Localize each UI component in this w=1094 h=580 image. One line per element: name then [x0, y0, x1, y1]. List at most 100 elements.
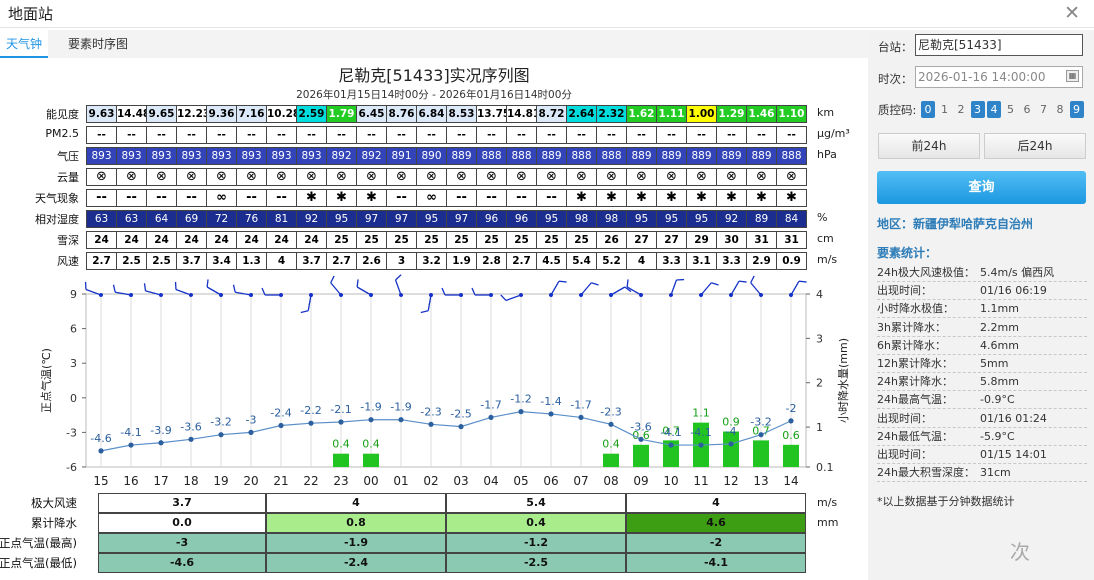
- qc-code-7[interactable]: 7: [1037, 101, 1051, 118]
- stat-key: 24h最低气温：: [877, 429, 953, 443]
- left-axis-label: 正点气温(℃): [39, 348, 53, 413]
- x-tick-label: 12: [723, 474, 738, 488]
- qc-label: 质控码:: [878, 103, 917, 117]
- qc-code-1[interactable]: 1: [938, 101, 952, 118]
- x-tick-label: 16: [123, 474, 138, 488]
- x-tick-label: 07: [573, 474, 588, 488]
- temperature-label: -4: [726, 425, 737, 438]
- wind-barb-feather: [206, 279, 209, 288]
- wind-barb-icon: [441, 287, 463, 297]
- stat-row: 出现时间： 01/16 06:19: [877, 282, 1087, 301]
- stat-row: 24h累计降水： 5.8mm: [877, 373, 1087, 392]
- wind-barb-dot: [219, 293, 223, 297]
- wind-barb-dot: [789, 293, 793, 297]
- stat-value: 01/16 01:24: [980, 411, 1047, 425]
- temperature-line: [100, 411, 792, 452]
- left-tick-label: 3: [70, 357, 77, 370]
- stat-key: 24h最高气温：: [877, 393, 953, 407]
- station-label: 台站：: [878, 40, 913, 54]
- temperature-label: -3.2: [750, 416, 771, 429]
- temperature-label: -2: [786, 402, 797, 415]
- window-titlebar: 地面站 ✕: [0, 0, 1094, 28]
- wind-barb-shaft: [505, 294, 522, 302]
- wind-barb-dot: [519, 293, 523, 297]
- temperature-label: -3.6: [630, 420, 651, 433]
- summary-unit-precip: mm: [817, 516, 839, 529]
- wind-barb-shaft: [550, 280, 560, 296]
- watermark: 次: [1010, 540, 1030, 564]
- next-24h-button[interactable]: 后24h: [984, 133, 1086, 159]
- wind-barb-icon: [143, 283, 163, 297]
- temperature-label: -1.7: [570, 398, 591, 411]
- tab-element-timeseries[interactable]: 要素时序图: [62, 30, 134, 58]
- wind-barb-feather: [626, 279, 629, 288]
- calendar-icon[interactable]: ▦: [1066, 70, 1079, 82]
- x-tick-label: 19: [213, 474, 228, 488]
- tab-weather-clock[interactable]: 天气钟: [0, 30, 49, 58]
- temperature-point: [788, 418, 794, 424]
- precip-bar: [603, 453, 619, 467]
- summary-cell: -4.1: [626, 553, 806, 573]
- stat-key: 6h累计降水：: [877, 338, 946, 352]
- right-tick-label: 0.1: [816, 461, 834, 474]
- x-tick-label: 08: [603, 474, 618, 488]
- time-value: 2026-01-16 14:00:00: [918, 70, 1046, 84]
- temperature-label: -3: [246, 413, 257, 426]
- x-tick-label: 03: [453, 474, 468, 488]
- wind-barb-feather: [300, 310, 309, 314]
- summary-label-max-wind: 极大风速: [31, 496, 77, 510]
- precip-label: 0.4: [362, 438, 380, 451]
- wind-barb-dot: [249, 293, 253, 297]
- summary-cell: -3: [98, 533, 266, 553]
- qc-code-4[interactable]: 4: [987, 101, 1001, 118]
- wind-barb-feather: [395, 274, 402, 281]
- wind-barb-dot: [309, 293, 313, 297]
- stat-value: 5.8mm: [980, 375, 1019, 389]
- precip-bar: [753, 440, 769, 467]
- temperature-label: -2.1: [330, 403, 351, 416]
- wind-barb-dot: [369, 293, 373, 297]
- time-input[interactable]: 2026-01-16 14:00:00 ▦: [915, 66, 1083, 88]
- qc-code-3[interactable]: 3: [970, 101, 985, 118]
- temperature-label: -2.3: [600, 405, 621, 418]
- wind-barb-dot: [99, 293, 103, 297]
- wind-barb-icon: [789, 280, 807, 297]
- temperature-point: [98, 448, 104, 454]
- wind-barb-dot: [609, 293, 613, 297]
- stats-note: *以上数据基于分钟数据统计: [877, 495, 1015, 508]
- temperature-point: [248, 429, 254, 435]
- x-tick-label: 20: [243, 474, 258, 488]
- wind-barb-dot: [729, 293, 733, 297]
- station-input[interactable]: 尼勒克[51433]: [915, 34, 1083, 56]
- right-axis-label: 小时降水量(mm): [836, 338, 850, 423]
- close-icon[interactable]: ✕: [1064, 2, 1080, 24]
- wind-barb-feather: [798, 280, 807, 283]
- stat-row: 24h极大风速极值： 5.4m/s 偏西风: [877, 264, 1087, 282]
- temperature-point: [668, 442, 674, 448]
- wind-barb-icon: [750, 275, 763, 297]
- prev-24h-button[interactable]: 前24h: [878, 133, 980, 159]
- wind-barb-shaft: [730, 280, 740, 296]
- x-tick-label: 11: [693, 474, 708, 488]
- summary-cell: -2: [626, 533, 806, 553]
- wind-barb-dot: [189, 293, 193, 297]
- wind-barb-dot: [129, 293, 133, 297]
- qc-code-8[interactable]: 8: [1053, 101, 1067, 118]
- qc-code-5[interactable]: 5: [1004, 101, 1018, 118]
- x-tick-label: 04: [483, 474, 498, 488]
- temperature-label: -4.1: [660, 426, 681, 439]
- x-tick-label: 10: [663, 474, 678, 488]
- temperature-point: [278, 422, 284, 429]
- wind-barb-feather: [500, 294, 507, 301]
- x-tick-label: 15: [93, 474, 108, 488]
- qc-code-6[interactable]: 6: [1020, 101, 1034, 118]
- wind-barb-shaft: [394, 279, 402, 296]
- wind-barb-feather: [112, 284, 116, 293]
- summary-cell: 0.0: [98, 513, 266, 533]
- qc-code-0[interactable]: 0: [921, 101, 935, 118]
- temperature-label: -1.7: [480, 398, 501, 411]
- qc-code-2[interactable]: 2: [954, 101, 968, 118]
- qc-code-9[interactable]: 9: [1069, 101, 1084, 118]
- left-tick-label: -6: [66, 461, 77, 474]
- query-button[interactable]: 查询: [877, 171, 1086, 204]
